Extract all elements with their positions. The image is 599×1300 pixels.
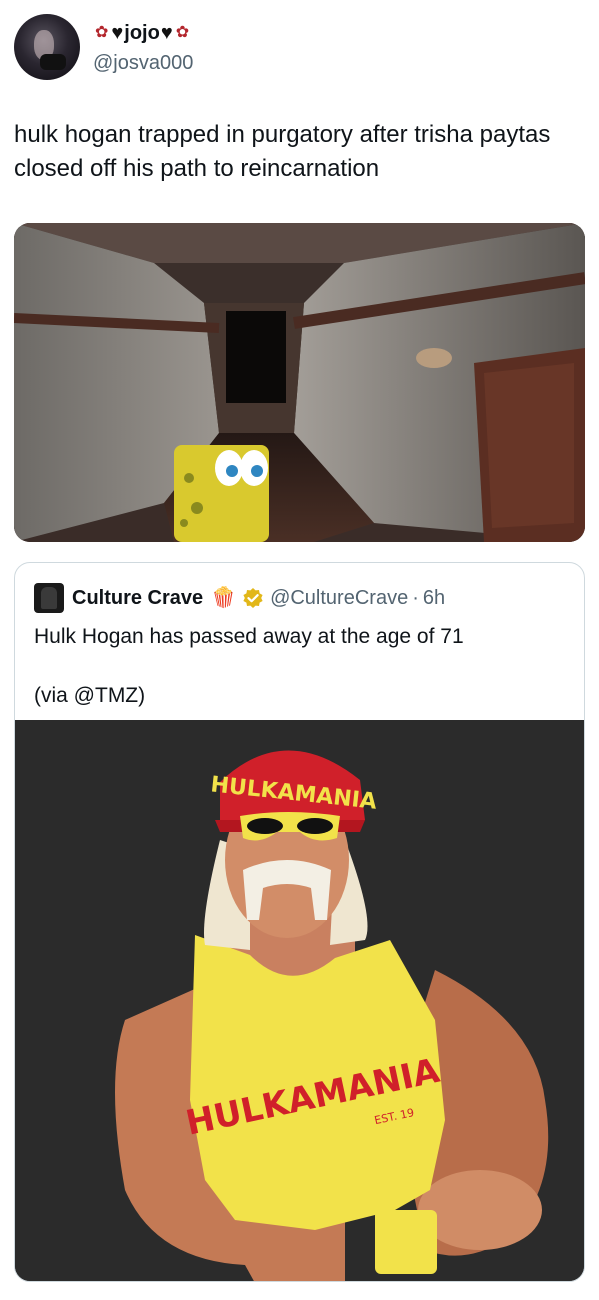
author-avatar[interactable] (14, 14, 80, 80)
quoted-author-avatar[interactable] (34, 583, 64, 613)
quoted-tweet-via: (via @TMZ) (34, 684, 146, 707)
quoted-tweet-card[interactable]: Culture Crave 🍿 @CultureCrave · 6h Hulk … (14, 562, 585, 1282)
quoted-tweet-timestamp[interactable]: 6h (423, 585, 445, 611)
rose-icon: ✿ (95, 24, 109, 41)
tweet-media-image[interactable] (14, 223, 585, 542)
quoted-tweet-text: Hulk Hogan has passed away at the age of… (34, 625, 464, 648)
quoted-tweet-header: Culture Crave 🍿 @CultureCrave · 6h (34, 583, 445, 613)
rose-icon: ✿ (175, 24, 190, 41)
hallway-image (14, 223, 585, 542)
popcorn-icon: 🍿 (211, 587, 237, 609)
quoted-author-handle[interactable]: @CultureCrave (270, 585, 408, 611)
wrestler-photo: HULKAMANIA EST. 19 HULKAMANIA (15, 720, 584, 1281)
quoted-tweet-media-image[interactable]: HULKAMANIA EST. 19 HULKAMANIA (15, 720, 584, 1281)
author-name-row[interactable]: ✿ ♥ jojo ♥ ✿ (93, 20, 191, 46)
avatar-hand (40, 54, 66, 70)
black-heart-icon: ♥ (160, 22, 173, 44)
tweet-text: hulk hogan trapped in purgatory after tr… (14, 121, 551, 182)
black-heart-icon: ♥ (111, 22, 124, 44)
author-handle[interactable]: @josva000 (93, 50, 193, 76)
quoted-author-name[interactable]: Culture Crave (72, 585, 203, 611)
separator-dot: · (412, 587, 419, 609)
author-display-name: jojo (124, 22, 160, 44)
verified-badge-icon (243, 588, 263, 608)
